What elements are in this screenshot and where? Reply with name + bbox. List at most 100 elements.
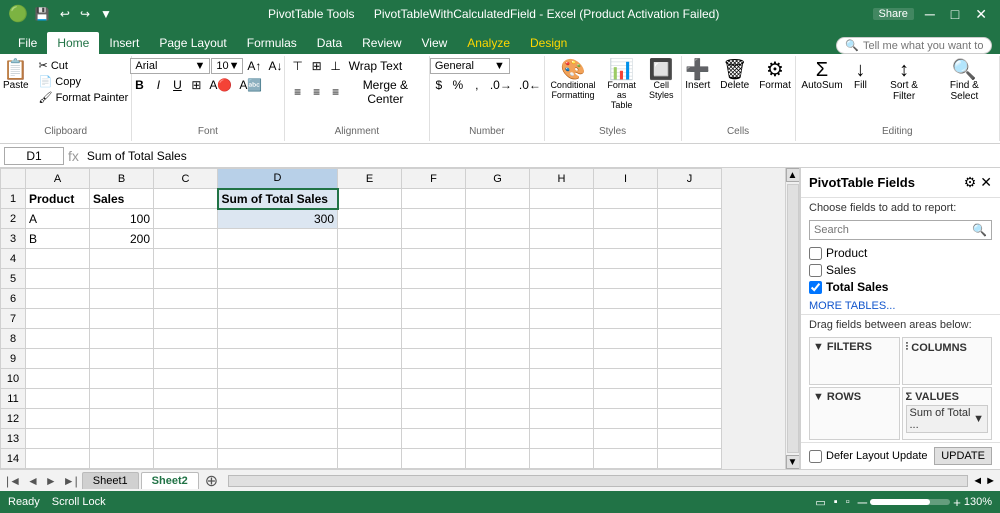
- cell-h1[interactable]: [530, 189, 594, 209]
- format-painter-button[interactable]: 🖌 Format Painter: [35, 90, 133, 105]
- cell-b3[interactable]: 200: [90, 229, 154, 249]
- format-btn[interactable]: ⚙ Format: [755, 58, 795, 93]
- decrease-font-btn[interactable]: A↓: [265, 58, 285, 74]
- cell-i1[interactable]: [594, 189, 658, 209]
- sheet-nav-next[interactable]: ►: [43, 474, 59, 488]
- increase-font-btn[interactable]: A↑: [244, 58, 264, 74]
- find-select-btn[interactable]: 🔍 Find & Select: [934, 58, 995, 104]
- tab-insert[interactable]: Insert: [99, 32, 149, 54]
- tell-me-box[interactable]: 🔍: [836, 37, 992, 54]
- sheet-nav-first[interactable]: |◄: [4, 474, 23, 488]
- scroll-left-btn[interactable]: ◄: [972, 475, 983, 487]
- cell-j2[interactable]: [658, 209, 722, 229]
- cell-f1[interactable]: [402, 189, 466, 209]
- cell-e2[interactable]: [338, 209, 402, 229]
- cell-f2[interactable]: [402, 209, 466, 229]
- insert-btn[interactable]: ➕ Insert: [681, 58, 714, 93]
- pivot-field-total-sales-checkbox[interactable]: [809, 281, 822, 294]
- col-header-c[interactable]: C: [154, 169, 218, 189]
- scroll-right-btn[interactable]: ►: [985, 475, 996, 487]
- format-as-table-btn[interactable]: 📊 Format asTable: [599, 58, 644, 112]
- row-header-2[interactable]: 2: [1, 209, 26, 229]
- delete-btn[interactable]: 🗑 Delete: [716, 58, 753, 93]
- close-button[interactable]: ✕: [970, 6, 992, 23]
- col-header-f[interactable]: F: [402, 169, 466, 189]
- wrap-text-btn[interactable]: Wrap Text: [346, 58, 406, 74]
- col-header-b[interactable]: B: [90, 169, 154, 189]
- cell-h3[interactable]: [530, 229, 594, 249]
- minimize-button[interactable]: ─: [920, 6, 940, 22]
- redo-qa-btn[interactable]: ↪: [77, 6, 93, 22]
- cell-e3[interactable]: [338, 229, 402, 249]
- tab-view[interactable]: View: [412, 32, 458, 54]
- pivot-area-values[interactable]: Σ VALUES Sum of Total ... ▼: [902, 387, 993, 440]
- customize-qa-btn[interactable]: ▼: [97, 6, 115, 22]
- view-normal-btn[interactable]: ▭: [815, 496, 825, 509]
- tab-analyze[interactable]: Analyze: [457, 32, 520, 54]
- pivot-field-product-checkbox[interactable]: [809, 247, 822, 260]
- sheet-nav-last[interactable]: ►|: [61, 474, 80, 488]
- zoom-slider[interactable]: [870, 499, 950, 505]
- currency-btn[interactable]: $: [430, 77, 448, 93]
- maximize-button[interactable]: □: [946, 6, 964, 22]
- view-page-layout-btn[interactable]: ▪: [834, 496, 838, 508]
- tab-home[interactable]: Home: [47, 32, 99, 54]
- cell-c2[interactable]: [154, 209, 218, 229]
- cell-a3[interactable]: B: [26, 229, 90, 249]
- col-header-h[interactable]: H: [530, 169, 594, 189]
- tab-design[interactable]: Design: [520, 32, 577, 54]
- cell-j1[interactable]: [658, 189, 722, 209]
- pivot-area-filters[interactable]: ▼ FILTERS: [809, 337, 900, 385]
- share-button[interactable]: Share: [873, 8, 914, 20]
- align-right-btn[interactable]: ≡: [327, 84, 345, 100]
- cell-g3[interactable]: [466, 229, 530, 249]
- cell-c1[interactable]: [154, 189, 218, 209]
- save-qa-btn[interactable]: 💾: [32, 6, 53, 22]
- tab-page-layout[interactable]: Page Layout: [149, 32, 236, 54]
- copy-button[interactable]: 📄 Copy: [35, 74, 133, 89]
- tab-formulas[interactable]: Formulas: [237, 32, 307, 54]
- fill-color-button[interactable]: A🔴: [206, 77, 235, 93]
- cell-i3[interactable]: [594, 229, 658, 249]
- pivot-search-input[interactable]: [814, 224, 972, 236]
- align-top-btn[interactable]: ⊤: [289, 58, 307, 74]
- col-header-a[interactable]: A: [26, 169, 90, 189]
- sheet-tab-sheet2[interactable]: Sheet2: [141, 472, 199, 489]
- font-size-box[interactable]: 10 ▼: [211, 58, 243, 74]
- zoom-out-btn[interactable]: ─: [858, 495, 867, 510]
- col-header-g[interactable]: G: [466, 169, 530, 189]
- tab-review[interactable]: Review: [352, 32, 411, 54]
- cell-styles-btn[interactable]: 🔲 CellStyles: [646, 58, 677, 102]
- pivot-close-btn[interactable]: ✕: [980, 174, 992, 191]
- conditional-formatting-btn[interactable]: 🎨 ConditionalFormatting: [549, 58, 598, 102]
- dec-increase-btn[interactable]: .0→: [487, 77, 515, 93]
- cell-e1[interactable]: [338, 189, 402, 209]
- cell-a1[interactable]: Product: [26, 189, 90, 209]
- cell-d1[interactable]: Sum of Total Sales: [218, 189, 338, 209]
- bold-button[interactable]: B: [130, 77, 148, 93]
- pivot-search-container[interactable]: 🔍: [809, 220, 992, 240]
- cut-button[interactable]: ✂ Cut: [35, 58, 133, 73]
- font-name-box[interactable]: Arial ▼: [130, 58, 210, 74]
- dec-decrease-btn[interactable]: .0←: [516, 77, 544, 93]
- zoom-in-btn[interactable]: +: [953, 495, 961, 510]
- scroll-down-btn[interactable]: ▼: [786, 455, 800, 469]
- sheet-tab-sheet1[interactable]: Sheet1: [82, 472, 139, 489]
- scroll-up-btn[interactable]: ▲: [786, 168, 800, 182]
- defer-checkbox[interactable]: [809, 450, 822, 463]
- pivot-value-item[interactable]: Sum of Total ... ▼: [906, 405, 989, 433]
- cell-b2[interactable]: 100: [90, 209, 154, 229]
- row-header-3[interactable]: 3: [1, 229, 26, 249]
- pivot-area-rows[interactable]: ▼ ROWS: [809, 387, 900, 440]
- add-sheet-button[interactable]: ⊕: [201, 471, 222, 491]
- sheet-nav-prev[interactable]: ◄: [25, 474, 41, 488]
- update-button[interactable]: UPDATE: [934, 447, 992, 465]
- scroll-track[interactable]: [787, 184, 799, 453]
- tab-file[interactable]: File: [8, 32, 47, 54]
- font-color-button[interactable]: A🔤: [236, 77, 265, 93]
- cell-g2[interactable]: [466, 209, 530, 229]
- pivot-settings-btn[interactable]: ⚙: [964, 174, 977, 191]
- align-middle-btn[interactable]: ⊞: [308, 58, 326, 74]
- cell-h2[interactable]: [530, 209, 594, 229]
- col-header-d[interactable]: D: [218, 169, 338, 189]
